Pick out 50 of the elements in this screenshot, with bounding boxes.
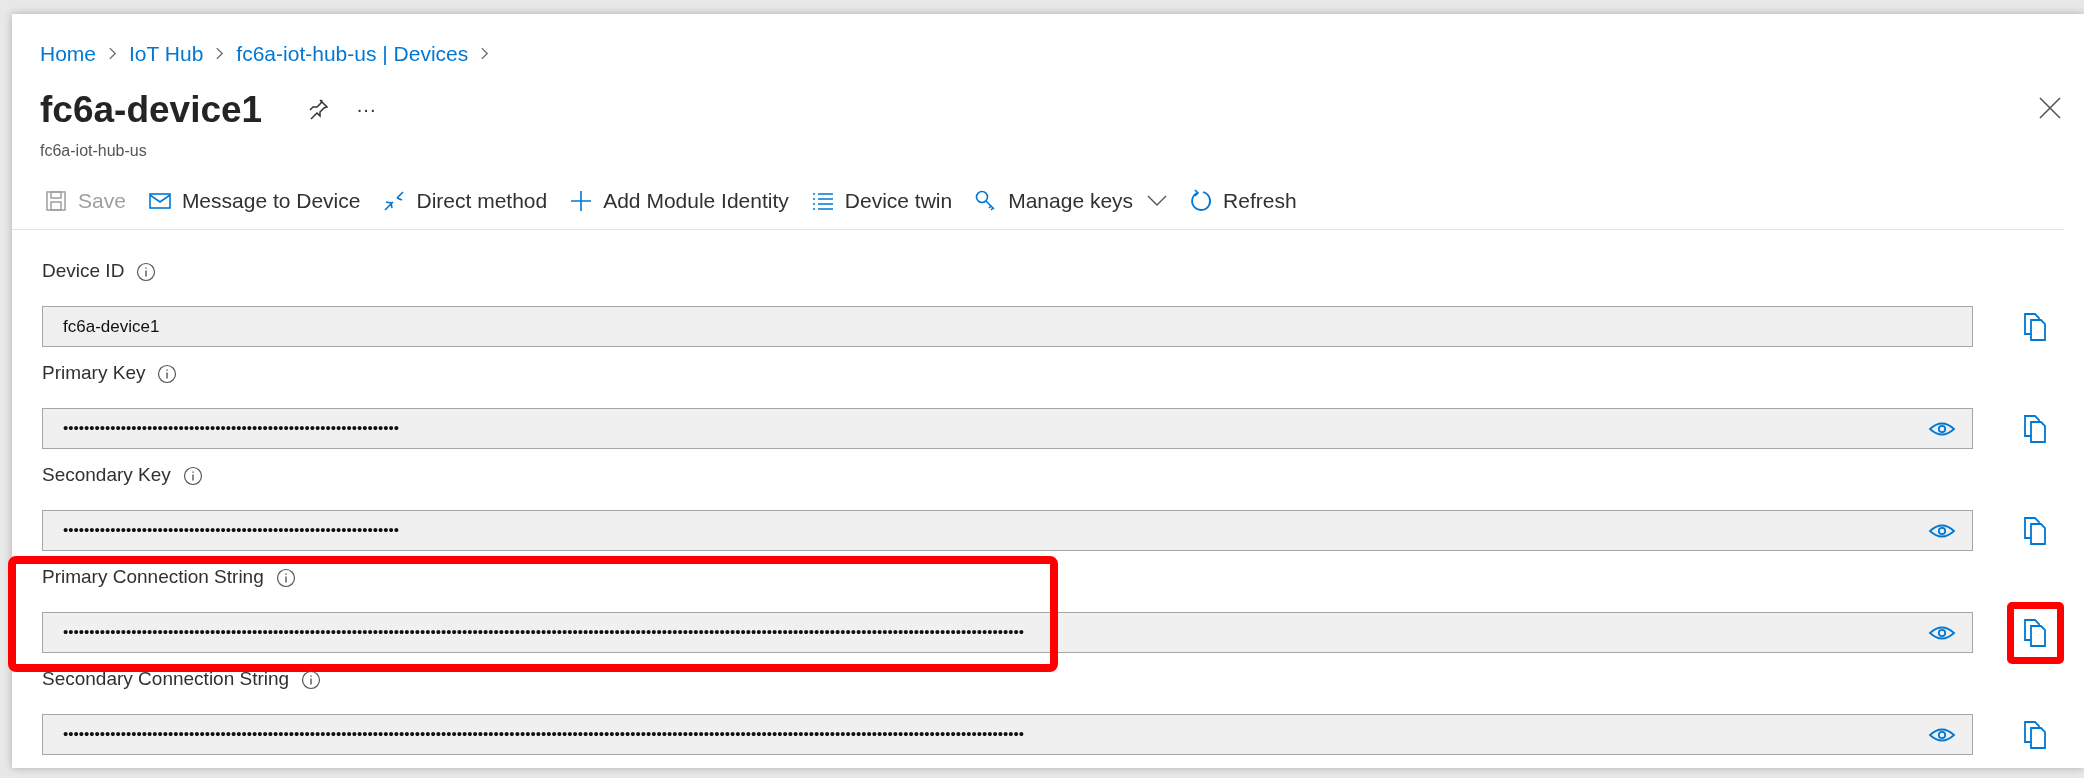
text-field[interactable]: •••••••••••••••••••••••••••••••••••••••••••••••••••••••••••••••••••••••••••••••••••••••••••••••••••••••••••••••••••••••••••••••••••••••••••••••••••••••••••••••••••••••••••••••••••••••: [42, 612, 1973, 653]
toolbar-button[interactable]: Device twin: [810, 185, 953, 217]
breadcrumb-link[interactable]: IoT Hub: [129, 38, 204, 70]
field-value: •••••••••••••••••••••••••••••••••••••••••••••••••••••••••••••••••••••••••••••••••••••••••••••••••••••••••••••••••••••••••••••••••••••••••••••••••••••••••••••••••••••••••••••••••••••••: [63, 724, 1025, 745]
chevron-right-icon: [480, 46, 490, 62]
arrows-icon: [382, 188, 407, 213]
copy-icon: [2023, 617, 2048, 648]
text-field[interactable]: ••••••••••••••••••••••••••••••••••••••••••••••••••••••••••••••••: [42, 510, 1973, 551]
field-value: ••••••••••••••••••••••••••••••••••••••••••••••••••••••••••••••••: [63, 520, 400, 541]
copy-icon: [2023, 719, 2048, 750]
refresh-icon: [1189, 188, 1214, 213]
copy-icon: [2023, 413, 2048, 444]
page-title: fc6a-device1: [40, 87, 263, 132]
toolbar-button[interactable]: Add Module Identity: [569, 185, 789, 217]
field-label: Device ID: [42, 259, 125, 284]
field-label: Primary Connection String: [42, 565, 264, 590]
copy-icon: [2023, 515, 2048, 546]
copy-button[interactable]: [2006, 601, 2064, 664]
info-icon[interactable]: [275, 567, 296, 588]
eye-icon[interactable]: [1927, 624, 1956, 641]
info-icon[interactable]: [301, 669, 322, 690]
save-icon: [44, 188, 68, 213]
eye-icon[interactable]: [1927, 522, 1956, 539]
field-label: Secondary Connection String: [42, 667, 290, 692]
toolbar-button[interactable]: Direct method: [382, 185, 548, 217]
eye-icon[interactable]: [1927, 726, 1956, 743]
text-field[interactable]: ••••••••••••••••••••••••••••••••••••••••••••••••••••••••••••••••: [42, 408, 1973, 449]
chevron-right-icon: [215, 46, 225, 62]
close-icon[interactable]: [2038, 96, 2062, 120]
field-label: Secondary Key: [42, 463, 171, 488]
plus-icon: [569, 188, 594, 213]
info-icon[interactable]: [136, 261, 157, 282]
text-field[interactable]: fc6a-device1: [42, 306, 1973, 347]
breadcrumb-link[interactable]: Home: [40, 38, 97, 70]
text-field[interactable]: •••••••••••••••••••••••••••••••••••••••••••••••••••••••••••••••••••••••••••••••••••••••••••••••••••••••••••••••••••••••••••••••••••••••••••••••••••••••••••••••••••••••••••••••••••••••: [42, 714, 1973, 755]
field-value: ••••••••••••••••••••••••••••••••••••••••••••••••••••••••••••••••: [63, 418, 400, 439]
field-label: Primary Key: [42, 361, 146, 386]
field-value: •••••••••••••••••••••••••••••••••••••••••••••••••••••••••••••••••••••••••••••••••••••••••••••••••••••••••••••••••••••••••••••••••••••••••••••••••••••••••••••••••••••••••••••••••••••••: [63, 622, 1025, 643]
info-icon[interactable]: [182, 465, 203, 486]
breadcrumb-link[interactable]: fc6a-iot-hub-us | Devices: [236, 38, 469, 70]
chevron-right-icon: [108, 46, 118, 62]
toolbar-button[interactable]: Refresh: [1189, 185, 1297, 217]
field-value: fc6a-device1: [63, 315, 160, 338]
toolbar-button[interactable]: Manage keys: [974, 185, 1168, 217]
more-button[interactable]: ···: [356, 94, 377, 125]
eye-icon[interactable]: [1927, 420, 1956, 437]
copy-icon: [2023, 311, 2048, 342]
page-subtitle: fc6a-iot-hub-us: [39, 141, 148, 161]
toolbar-button[interactable]: Message to Device: [147, 185, 361, 217]
info-icon[interactable]: [157, 363, 178, 384]
